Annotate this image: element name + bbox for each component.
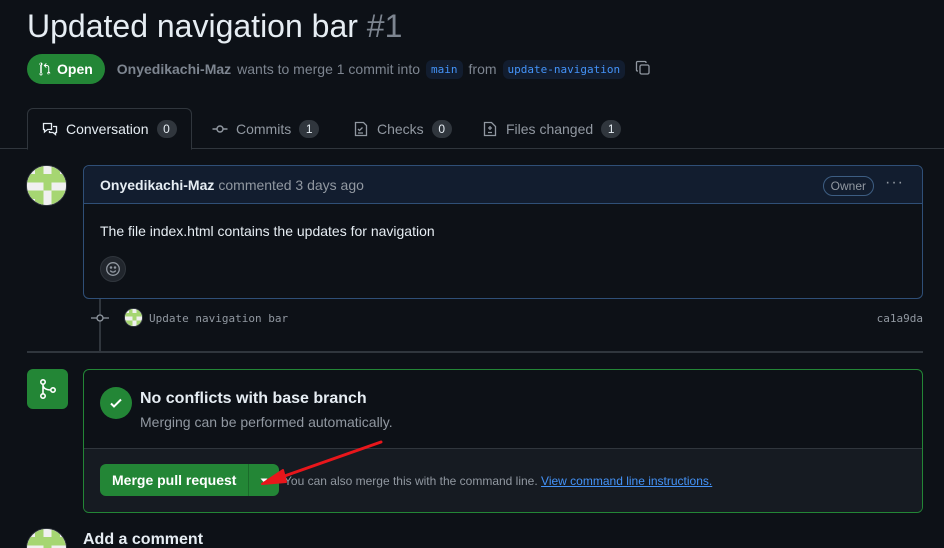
merge-status-title: No conflicts with base branch bbox=[140, 390, 367, 407]
head-branch[interactable]: update-navigation bbox=[502, 59, 626, 79]
merge-status-subtitle: Merging can be performed automatically. bbox=[140, 414, 393, 430]
add-reaction-button[interactable] bbox=[100, 256, 126, 282]
copy-icon[interactable] bbox=[635, 60, 651, 79]
pr-author-link[interactable]: Onyedikachi-Maz bbox=[117, 61, 231, 77]
state-label: Open bbox=[57, 61, 93, 77]
pr-tabs: Conversation 0 Commits 1 Checks 0 Files … bbox=[0, 108, 944, 150]
tab-commits[interactable]: Commits 1 bbox=[198, 108, 333, 149]
avatar[interactable] bbox=[26, 165, 67, 206]
tab-counter: 1 bbox=[299, 119, 320, 138]
tab-conversation[interactable]: Conversation 0 bbox=[27, 108, 192, 150]
commit-row: Update navigation bar ca1a9da bbox=[90, 306, 923, 330]
pr-title: Updated navigation bar #1 bbox=[27, 8, 402, 45]
pr-number: #1 bbox=[366, 8, 403, 44]
git-commit-icon bbox=[91, 314, 109, 322]
pr-title-text: Updated navigation bar bbox=[27, 8, 358, 44]
check-icon bbox=[100, 387, 132, 419]
tab-label: Commits bbox=[236, 120, 292, 137]
merge-method-dropdown[interactable] bbox=[248, 464, 280, 496]
tab-counter: 1 bbox=[601, 119, 622, 138]
command-line-text: You can also merge this with the command… bbox=[284, 474, 538, 488]
comment-header: Onyedikachi-Maz commented 3 days ago bbox=[84, 166, 922, 204]
commit-author-avatar[interactable] bbox=[124, 308, 143, 327]
pr-meta: Open Onyedikachi-Maz wants to merge 1 co… bbox=[27, 54, 651, 84]
merge-status: No conflicts with base branch Merging ca… bbox=[84, 370, 922, 449]
git-commit-icon bbox=[212, 124, 228, 133]
owner-badge: Owner bbox=[822, 176, 874, 196]
add-comment-heading: Add a comment bbox=[83, 531, 204, 548]
git-pull-request-icon bbox=[39, 62, 51, 76]
comment-box: Onyedikachi-Maz commented 3 days ago Own… bbox=[83, 165, 923, 299]
command-line-hint: You can also merge this with the command… bbox=[284, 474, 712, 488]
merge-actions: Merge pull request You can also merge th… bbox=[84, 449, 922, 512]
merge-box: No conflicts with base branch Merging ca… bbox=[83, 369, 923, 513]
smiley-icon bbox=[106, 262, 120, 276]
commit-message-link[interactable]: Update navigation bar bbox=[149, 312, 288, 325]
comment-body: The file index.html contains the updates… bbox=[100, 223, 435, 239]
comment-timestamp: commented 3 days ago bbox=[218, 176, 364, 193]
avatar[interactable] bbox=[26, 528, 67, 548]
tab-label: Conversation bbox=[66, 121, 149, 137]
tab-label: Checks bbox=[377, 120, 424, 137]
from-text: from bbox=[468, 61, 497, 77]
timeline-divider bbox=[27, 351, 923, 353]
command-line-instructions-link[interactable]: View command line instructions. bbox=[541, 474, 712, 488]
comment-discussion-icon bbox=[42, 122, 58, 136]
tab-counter: 0 bbox=[156, 120, 177, 138]
tab-label: Files changed bbox=[506, 120, 594, 137]
commit-sha-link[interactable]: ca1a9da bbox=[877, 312, 923, 325]
tab-counter: 0 bbox=[431, 119, 452, 138]
state-badge: Open bbox=[27, 54, 105, 84]
merge-button-group: Merge pull request bbox=[100, 464, 280, 496]
kebab-menu-icon[interactable]: ··· bbox=[885, 174, 904, 192]
base-branch[interactable]: main bbox=[426, 59, 463, 79]
merge-text: wants to merge 1 commit into bbox=[237, 61, 421, 77]
tab-files-changed[interactable]: Files changed 1 bbox=[468, 108, 635, 149]
merge-pull-request-button[interactable]: Merge pull request bbox=[100, 464, 249, 496]
git-merge-icon bbox=[27, 369, 68, 409]
file-diff-icon bbox=[483, 121, 497, 136]
tab-checks[interactable]: Checks 0 bbox=[339, 108, 466, 149]
triangle-down-icon bbox=[260, 478, 268, 483]
checklist-icon bbox=[354, 121, 368, 136]
comment-author-link[interactable]: Onyedikachi-Maz bbox=[100, 177, 214, 193]
